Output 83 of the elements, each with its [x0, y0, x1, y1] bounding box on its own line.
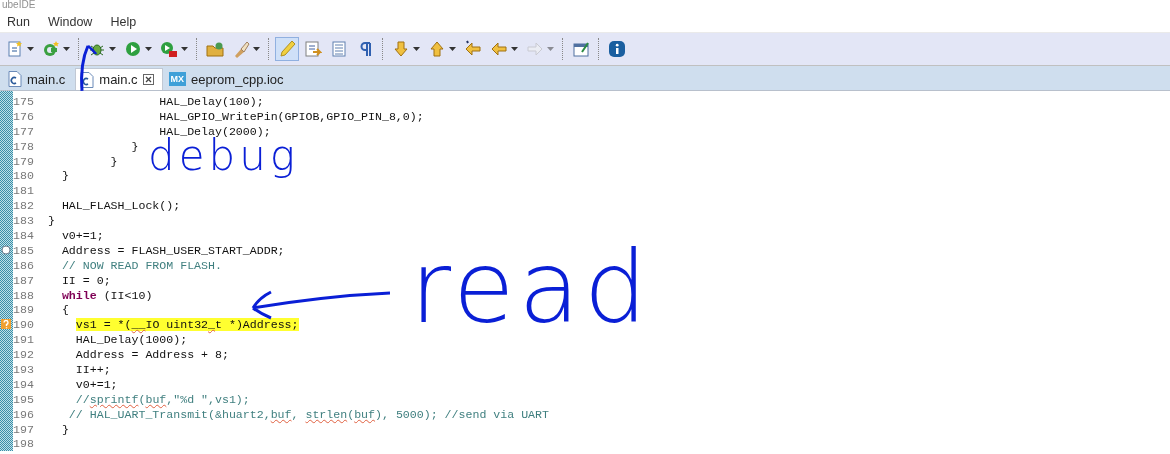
line-number: 186 [13, 258, 35, 272]
up-arrow-icon [428, 40, 446, 58]
editor-tab[interactable]: main.c [75, 68, 163, 90]
line-number: 191 [13, 333, 35, 347]
info-icon [608, 40, 626, 58]
down-arrow-icon [392, 40, 410, 58]
code-line: // HAL_UART_Transmit(&huart2,buf, strlen(buf), 5000); //send via UART [67, 407, 549, 421]
circle-marker-icon [1, 244, 11, 255]
line-number: 178 [13, 139, 35, 153]
line-number: 182 [13, 199, 35, 213]
close-icon[interactable] [142, 74, 154, 85]
code-line: II++; [74, 362, 111, 376]
line-number: 192 [13, 348, 35, 362]
code-line: HAL_Delay(1000); [74, 333, 188, 347]
line-number: 184 [13, 228, 35, 242]
code-line: { [60, 303, 69, 317]
code-line: while (II<10) [60, 288, 153, 302]
code-line: Address = Address + 8; [74, 348, 229, 362]
code-line: } [109, 154, 118, 168]
window-title: ubeIDE [1, 0, 37, 12]
right-arrow-icon [526, 40, 544, 58]
run-tool-icon [160, 40, 178, 58]
caret-icon [449, 47, 456, 51]
caret-icon [547, 47, 554, 51]
line-number: 181 [13, 184, 35, 198]
menu-item[interactable]: Window [47, 15, 93, 29]
line-number: 198 [13, 437, 35, 451]
run-icon [124, 40, 142, 58]
caret-icon [181, 47, 188, 51]
folder-icon [206, 40, 224, 58]
caret-icon [413, 47, 420, 51]
code-line: v0+=1; [60, 228, 104, 242]
code-line: HAL_Delay(100); [158, 94, 264, 108]
code-line: //sprintf(buf,"%d ",vs1); [74, 392, 250, 406]
document-lines-icon [330, 40, 348, 58]
caret-icon [63, 47, 70, 51]
line-number: 175 [13, 94, 35, 108]
code-line: } [60, 422, 69, 436]
question-marker-icon [1, 319, 11, 330]
highlighter-icon [278, 40, 296, 58]
line-number: 190 [13, 318, 35, 332]
menu-item[interactable]: Help [110, 15, 137, 29]
line-number: 180 [13, 169, 35, 183]
editor-tab[interactable]: MX eeprom_cpp.ioc [164, 68, 292, 90]
line-number: 195 [13, 392, 35, 406]
code-line: } [48, 214, 55, 228]
code-line: Address = FLASH_USER_START_ADDR; [60, 243, 285, 257]
line-number: 188 [13, 288, 35, 302]
code-line: } [130, 139, 139, 153]
new-class-icon [42, 40, 60, 58]
code-line: II = 0; [60, 273, 111, 287]
line-number: 185 [13, 243, 35, 257]
line-number: 196 [13, 407, 35, 421]
c-file-icon [8, 71, 22, 87]
code-line: // NOW READ FROM FLASH. [60, 258, 222, 272]
code-line: } [60, 169, 69, 183]
caret-icon [27, 47, 34, 51]
line-number: 176 [13, 109, 35, 123]
brush-icon [232, 40, 250, 58]
line-number: 183 [13, 214, 35, 228]
handwritten-note: read [410, 238, 652, 338]
code-line: HAL_GPIO_WritePin(GPIOB,GPIO_PIN_8,0); [158, 109, 424, 123]
caret-icon [511, 47, 518, 51]
menu-item[interactable]: Run [7, 15, 30, 29]
left-arrow-icon [490, 40, 508, 58]
code-line: HAL_FLASH_Lock(); [60, 199, 181, 213]
window-icon [572, 40, 590, 58]
line-number: 187 [13, 273, 35, 287]
left-arrow-star-icon [464, 40, 482, 58]
caret-icon [145, 47, 152, 51]
line-number: 193 [13, 362, 35, 376]
caret-icon [253, 47, 260, 51]
code-line: v0+=1; [74, 377, 118, 391]
line-number: 189 [13, 303, 35, 317]
line-number: 179 [13, 154, 35, 168]
editor-tab[interactable]: main.c [4, 68, 74, 90]
file-type-badge: MX [168, 72, 187, 86]
caret-icon [109, 47, 116, 51]
line-number: 197 [13, 422, 35, 436]
line-number: 177 [13, 124, 35, 138]
code-line: HAL_Delay(2000); [159, 124, 271, 138]
new-file-icon [6, 40, 24, 58]
line-number: 194 [13, 377, 35, 391]
